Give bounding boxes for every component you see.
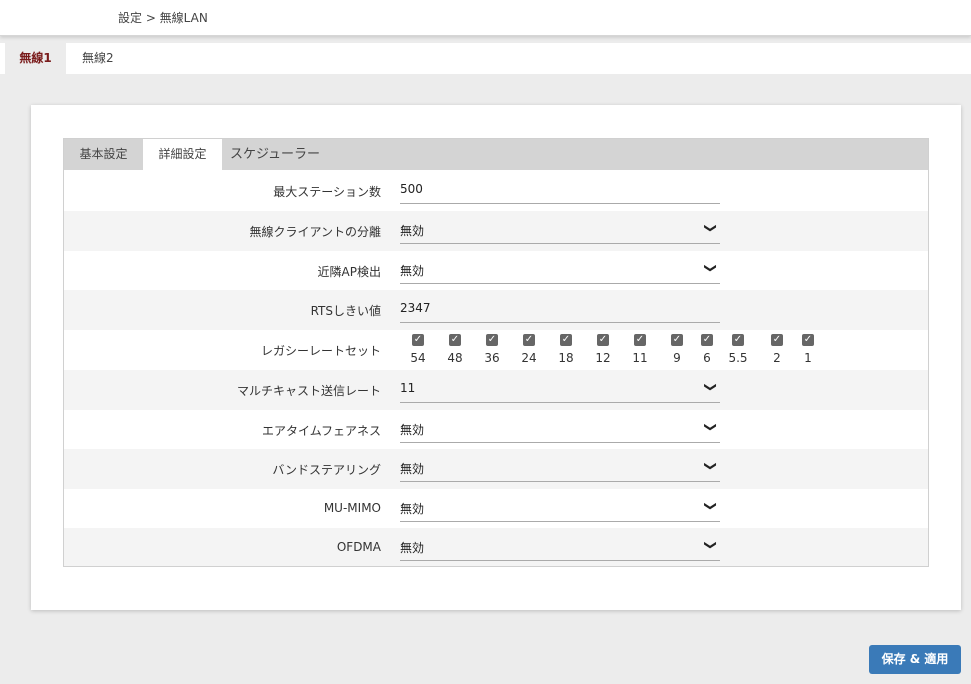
rts-label: RTSしきい値	[310, 304, 381, 318]
legacy-rate-checkboxes: ✓ 54 ✓ 48 ✓ 36 ✓ 24 ✓ 18 ✓ 12 ✓ 11 ✓ 9 ✓ 6 ✓ 5.5 ✓…	[400, 330, 830, 370]
check-icon: ✓	[732, 334, 744, 346]
top-bar: 設定 > 無線LAN	[0, 0, 971, 36]
tab-basic-settings[interactable]: 基本設定	[64, 139, 143, 170]
row-ofdma: OFDMA 無効 ❯	[64, 528, 928, 566]
rate-9-checkbox[interactable]: ✓ 9	[663, 334, 691, 370]
check-icon: ✓	[449, 334, 461, 346]
rate-54-checkbox[interactable]: ✓ 54	[404, 334, 432, 370]
top-tabs: 無線1 無線2	[0, 43, 971, 74]
save-apply-button[interactable]: 保存 & 適用	[869, 645, 961, 674]
airtime-fairness-label: エアタイムフェアネス	[261, 424, 381, 438]
ofdma-select[interactable]: 無効 ❯	[400, 533, 720, 561]
row-max-stations: 最大ステーション数 500	[64, 171, 928, 211]
client-isolation-select[interactable]: 無効 ❯	[400, 216, 720, 244]
chevron-down-icon: ❯	[703, 460, 718, 472]
rate-48-checkbox[interactable]: ✓ 48	[441, 334, 469, 370]
multicast-rate-select[interactable]: 11 ❯	[400, 375, 720, 403]
rate-2-checkbox[interactable]: ✓ 2	[763, 334, 791, 370]
mu-mimo-select[interactable]: 無効 ❯	[400, 494, 720, 522]
row-legacy-rates: レガシーレートセット ✓ 54 ✓ 48 ✓ 36 ✓ 24 ✓ 18 ✓ 12 ✓ 11 ✓…	[64, 330, 928, 370]
multicast-rate-label: マルチキャスト送信レート	[236, 384, 381, 398]
band-steering-label: バンドステアリング	[272, 463, 381, 477]
airtime-fairness-select[interactable]: 無効 ❯	[400, 415, 720, 443]
row-client-isolation: 無線クライアントの分離 無効 ❯	[64, 211, 928, 251]
settings-card: 基本設定 詳細設定 スケジューラー 最大ステーション数 500 無線クライアント…	[31, 105, 961, 610]
rate-18-checkbox[interactable]: ✓ 18	[552, 334, 580, 370]
tab-wireless-2[interactable]: 無線2	[82, 43, 114, 74]
max-stations-input[interactable]: 500	[400, 176, 720, 204]
tab-scheduler[interactable]: スケジューラー	[222, 139, 328, 170]
rate-12-checkbox[interactable]: ✓ 12	[589, 334, 617, 370]
row-rts: RTSしきい値 2347	[64, 290, 928, 330]
rate-5-5-checkbox[interactable]: ✓ 5.5	[724, 334, 752, 370]
legacy-rates-label: レガシーレートセット	[260, 344, 381, 358]
multicast-rate-value: 11	[400, 381, 416, 395]
check-icon: ✓	[701, 334, 713, 346]
client-isolation-value: 無効	[400, 224, 425, 238]
row-multicast-rate: マルチキャスト送信レート 11 ❯	[64, 370, 928, 410]
chevron-down-icon: ❯	[703, 539, 718, 551]
row-band-steering: バンドステアリング 無効 ❯	[64, 449, 928, 489]
client-isolation-label: 無線クライアントの分離	[249, 225, 381, 239]
check-icon: ✓	[634, 334, 646, 346]
chevron-down-icon: ❯	[703, 222, 718, 234]
breadcrumb: 設定 > 無線LAN	[118, 11, 208, 25]
check-icon: ✓	[771, 334, 783, 346]
chevron-down-icon: ❯	[703, 500, 718, 512]
max-stations-label: 最大ステーション数	[273, 185, 381, 199]
max-stations-value: 500	[400, 182, 423, 196]
rts-input[interactable]: 2347	[400, 295, 720, 323]
mu-mimo-label: MU-MIMO	[323, 501, 381, 515]
rate-24-checkbox[interactable]: ✓ 24	[515, 334, 543, 370]
chevron-down-icon: ❯	[703, 262, 718, 274]
check-icon: ✓	[802, 334, 814, 346]
rate-11-checkbox[interactable]: ✓ 11	[626, 334, 654, 370]
chevron-down-icon: ❯	[703, 381, 718, 393]
check-icon: ✓	[671, 334, 683, 346]
check-icon: ✓	[597, 334, 609, 346]
neighbor-ap-select[interactable]: 無効 ❯	[400, 256, 720, 284]
band-steering-select[interactable]: 無効 ❯	[400, 454, 720, 482]
tab-wireless-1[interactable]: 無線1	[5, 43, 66, 74]
neighbor-ap-value: 無効	[400, 264, 425, 278]
check-icon: ✓	[560, 334, 572, 346]
row-mu-mimo: MU-MIMO 無効 ❯	[64, 489, 928, 529]
row-airtime-fairness: エアタイムフェアネス 無効 ❯	[64, 410, 928, 450]
ofdma-value: 無効	[400, 541, 425, 555]
row-neighbor-ap: 近隣AP検出 無効 ❯	[64, 251, 928, 291]
airtime-fairness-value: 無効	[400, 423, 425, 437]
settings-panel: 基本設定 詳細設定 スケジューラー 最大ステーション数 500 無線クライアント…	[63, 138, 929, 567]
check-icon: ✓	[523, 334, 535, 346]
check-icon: ✓	[486, 334, 498, 346]
tab-advanced-settings[interactable]: 詳細設定	[143, 139, 222, 170]
rate-1-checkbox[interactable]: ✓ 1	[794, 334, 822, 370]
rate-6-checkbox[interactable]: ✓ 6	[693, 334, 721, 370]
band-steering-value: 無効	[400, 462, 425, 476]
check-icon: ✓	[412, 334, 424, 346]
ofdma-label: OFDMA	[336, 540, 381, 554]
mu-mimo-value: 無効	[400, 502, 425, 516]
chevron-down-icon: ❯	[703, 421, 718, 433]
rts-value: 2347	[400, 301, 431, 315]
sub-tabs: 基本設定 詳細設定 スケジューラー	[64, 139, 928, 170]
rate-36-checkbox[interactable]: ✓ 36	[478, 334, 506, 370]
neighbor-ap-label: 近隣AP検出	[317, 265, 381, 279]
